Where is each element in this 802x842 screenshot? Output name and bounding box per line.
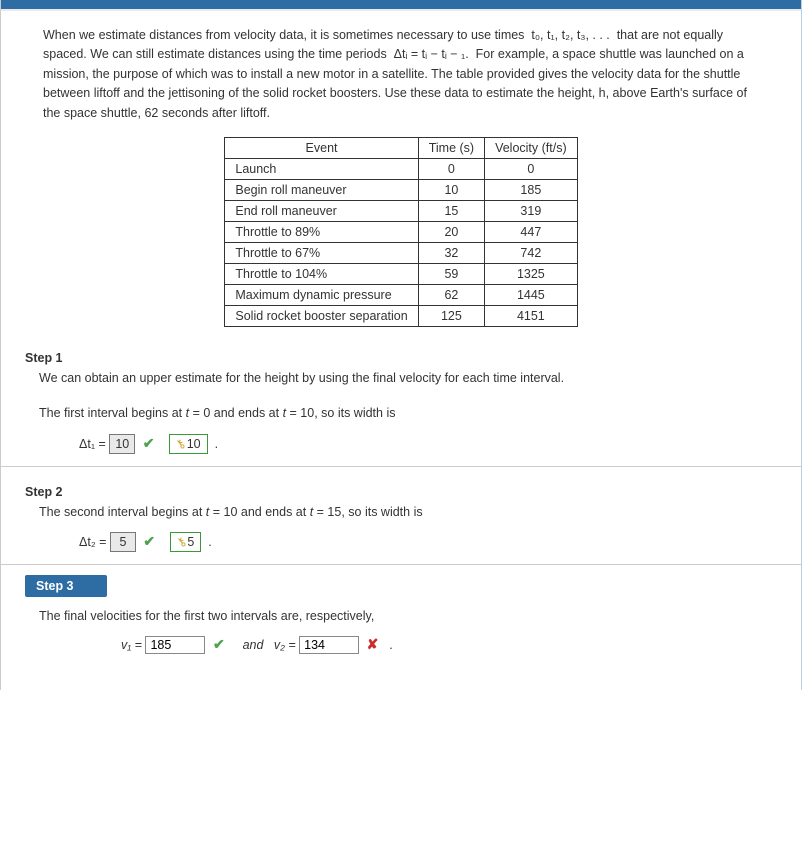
step2-line: The second interval begins at t = 10 and… — [39, 503, 771, 522]
check-icon: ✔ — [209, 636, 229, 652]
th-event: Event — [225, 137, 418, 158]
table-row: Solid rocket booster separation1254151 — [225, 305, 577, 326]
step1-reveal-box[interactable]: ⚷10 — [169, 434, 208, 454]
step1-equation: Δt₁ = 10 ✔ ⚷10 . — [79, 434, 801, 454]
step1-answer-box[interactable]: 10 — [109, 434, 135, 454]
step1-line1: We can obtain an upper estimate for the … — [39, 369, 771, 388]
step2-answer-box[interactable]: 5 — [110, 532, 136, 552]
table-row: Begin roll maneuver10185 — [225, 179, 577, 200]
check-icon: ✔ — [139, 435, 159, 451]
divider — [1, 564, 801, 565]
table-row: Throttle to 67%32742 — [225, 242, 577, 263]
velocity-table: Event Time (s) Velocity (ft/s) Launch00 … — [224, 137, 577, 327]
step2-reveal-box[interactable]: ⚷5 — [170, 532, 202, 552]
v2-input[interactable] — [299, 636, 359, 654]
step1-line2: The first interval begins at t = 0 and e… — [39, 404, 771, 423]
divider — [1, 466, 801, 467]
th-velocity: Velocity (ft/s) — [485, 137, 578, 158]
step3-equation: v₁ = ✔ and v₂ = ✘ . — [121, 636, 801, 654]
table-row: Throttle to 89%20447 — [225, 221, 577, 242]
step2-equation: Δt₂ = 5 ✔ ⚷5 . — [79, 532, 801, 552]
table-row: Throttle to 104%591325 — [225, 263, 577, 284]
check-icon: ✔ — [139, 533, 159, 549]
table-row: End roll maneuver15319 — [225, 200, 577, 221]
step2-title: Step 2 — [25, 485, 801, 499]
v1-input[interactable] — [145, 636, 205, 654]
table-row: Maximum dynamic pressure621445 — [225, 284, 577, 305]
step3-title-bar: Step 3 — [25, 575, 107, 597]
step1-title: Step 1 — [25, 351, 801, 365]
cross-icon: ✘ — [363, 636, 383, 652]
problem-statement: When we estimate distances from velocity… — [43, 26, 759, 123]
header-bar — [1, 0, 801, 10]
th-time: Time (s) — [418, 137, 484, 158]
table-row: Launch00 — [225, 158, 577, 179]
step3-line: The final velocities for the first two i… — [39, 607, 771, 626]
